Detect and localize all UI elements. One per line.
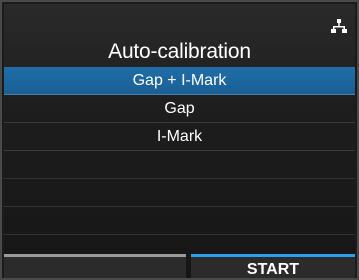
softkey-bar: START xyxy=(4,254,355,278)
menu-item-gap-imark[interactable]: Gap + I-Mark xyxy=(4,67,355,95)
menu-item-imark[interactable]: I-Mark xyxy=(4,123,355,151)
network-icon xyxy=(331,19,347,33)
start-button[interactable]: START xyxy=(191,254,355,278)
calibration-menu: Gap + I-Mark Gap I-Mark xyxy=(4,67,355,235)
page-title: Auto-calibration xyxy=(108,40,251,63)
printer-display: Auto-calibration Gap + I-Mark Gap I-Mark… xyxy=(0,0,359,280)
menu-empty-row xyxy=(4,207,355,235)
softkey-left-button[interactable] xyxy=(4,254,186,278)
display-panel: Auto-calibration Gap + I-Mark Gap I-Mark… xyxy=(4,4,355,278)
menu-empty-row xyxy=(4,151,355,179)
menu-item-gap[interactable]: Gap xyxy=(4,95,355,123)
menu-empty-row xyxy=(4,179,355,207)
